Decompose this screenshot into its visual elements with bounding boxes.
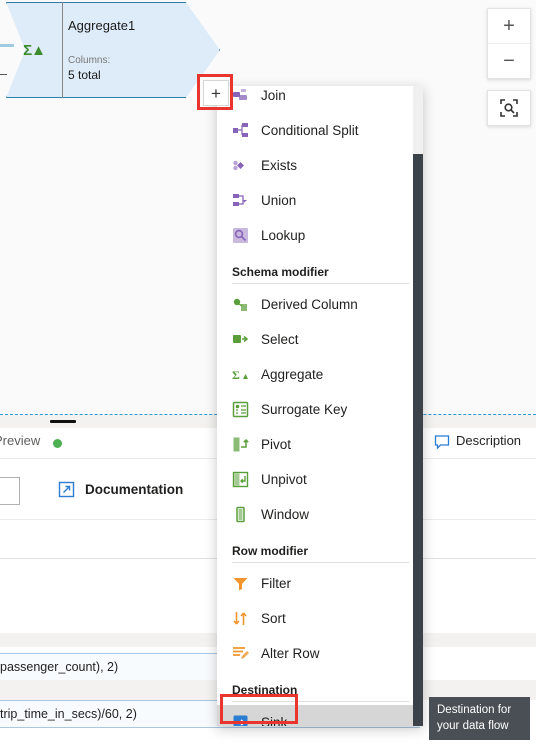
derived-column-icon [232, 296, 249, 313]
comment-icon [434, 434, 450, 450]
documentation-label: Documentation [85, 481, 184, 497]
description-button[interactable]: Description [456, 433, 521, 448]
menu-item-unpivot[interactable]: Unpivot [217, 462, 423, 497]
splitter-grip[interactable] [50, 420, 76, 423]
incoming-connector [0, 44, 14, 47]
menu-item-label: Window [261, 507, 310, 522]
menu-item-label: Exists [261, 158, 298, 173]
node-columns-value: 5 total [68, 67, 101, 82]
external-link-icon [58, 481, 75, 498]
status-badge [53, 439, 62, 448]
alter-row-icon [232, 645, 249, 662]
tab-preview[interactable]: Preview [0, 433, 40, 448]
node-title: Aggregate1 [68, 18, 136, 33]
menu-item-sort[interactable]: Sort [217, 601, 423, 636]
name-input[interactable] [0, 477, 20, 505]
menu-item-join[interactable]: Join [217, 86, 423, 113]
aggregate-icon: Σ [232, 366, 249, 383]
annotation-box-sink [220, 694, 298, 724]
menu-item-label: Pivot [261, 437, 292, 452]
dataflow-node-aggregate1[interactable]: Σ▲ Aggregate1 Columns: 5 total [6, 2, 220, 98]
menu-item-label: Join [261, 88, 286, 103]
menu-item-filter[interactable]: Filter [217, 566, 423, 601]
menu-item-label: Surrogate Key [261, 402, 348, 417]
tooltip-sink: Destination for your data flow [429, 697, 530, 741]
unpivot-icon [232, 471, 249, 488]
menu-section-schema-modifier: Schema modifier [232, 265, 329, 279]
annotation-box-add-button [197, 74, 233, 110]
menu-scrollbar-thumb[interactable] [413, 154, 423, 726]
zoom-out-button[interactable]: − [488, 43, 530, 78]
menu-section-divider [232, 283, 409, 284]
add-transformation-menu[interactable]: Join Conditional Split Exists Union Look… [217, 86, 423, 726]
menu-item-window[interactable]: Window [217, 497, 423, 532]
menu-item-pivot[interactable]: Pivot [217, 427, 423, 462]
aggregate-sigma-icon: Σ▲ [23, 41, 46, 59]
menu-item-label: Select [261, 332, 299, 347]
menu-item-select[interactable]: Select [217, 322, 423, 357]
menu-item-label: Alter Row [261, 646, 320, 661]
menu-item-label: Derived Column [261, 297, 358, 312]
window-icon [232, 506, 249, 523]
node-body: Aggregate1 Columns: 5 total [68, 2, 198, 98]
fit-to-screen-icon [500, 99, 518, 117]
sort-icon [232, 610, 249, 627]
join-icon [232, 87, 249, 104]
menu-scrollbar-track[interactable] [413, 86, 423, 726]
menu-item-derived-column[interactable]: Derived Column [217, 287, 423, 322]
exists-icon [232, 157, 249, 174]
menu-body: Join Conditional Split Exists Union Look… [217, 86, 423, 726]
expression-text-2: trip_time_in_secs)/60, 2) [0, 707, 137, 721]
zoom-controls[interactable]: + − [487, 8, 531, 79]
documentation-button[interactable]: Documentation [58, 477, 183, 501]
menu-item-surrogate-key[interactable]: Surrogate Key [217, 392, 423, 427]
node-columns-label: Columns: [68, 55, 111, 66]
connector-stub [0, 74, 7, 75]
lookup-icon [232, 227, 249, 244]
menu-item-label: Conditional Split [261, 123, 359, 138]
menu-item-lookup[interactable]: Lookup [217, 218, 423, 253]
menu-item-aggregate[interactable]: Σ Aggregate [217, 357, 423, 392]
surrogate-key-icon [232, 401, 249, 418]
menu-item-label: Unpivot [261, 472, 307, 487]
menu-item-exists[interactable]: Exists [217, 148, 423, 183]
menu-section-row-modifier: Row modifier [232, 544, 309, 558]
union-icon [232, 192, 249, 209]
menu-item-label: Lookup [261, 228, 306, 243]
svg-text:Σ: Σ [232, 368, 240, 382]
menu-item-label: Aggregate [261, 367, 324, 382]
expression-text-1: passenger_count), 2) [0, 660, 119, 674]
conditional-split-icon [232, 122, 249, 139]
select-icon [232, 331, 249, 348]
menu-item-conditional-split[interactable]: Conditional Split [217, 113, 423, 148]
menu-item-alter-row[interactable]: Alter Row [217, 636, 423, 671]
menu-item-label: Union [261, 193, 297, 208]
zoom-in-button[interactable]: + [488, 9, 530, 43]
menu-item-union[interactable]: Union [217, 183, 423, 218]
menu-section-divider [232, 562, 409, 563]
menu-item-label: Filter [261, 576, 291, 591]
filter-icon [232, 575, 249, 592]
pivot-icon [232, 436, 249, 453]
fit-to-screen-button[interactable] [487, 90, 531, 126]
node-icon-column: Σ▲ [6, 2, 63, 98]
menu-item-label: Sort [261, 611, 286, 626]
